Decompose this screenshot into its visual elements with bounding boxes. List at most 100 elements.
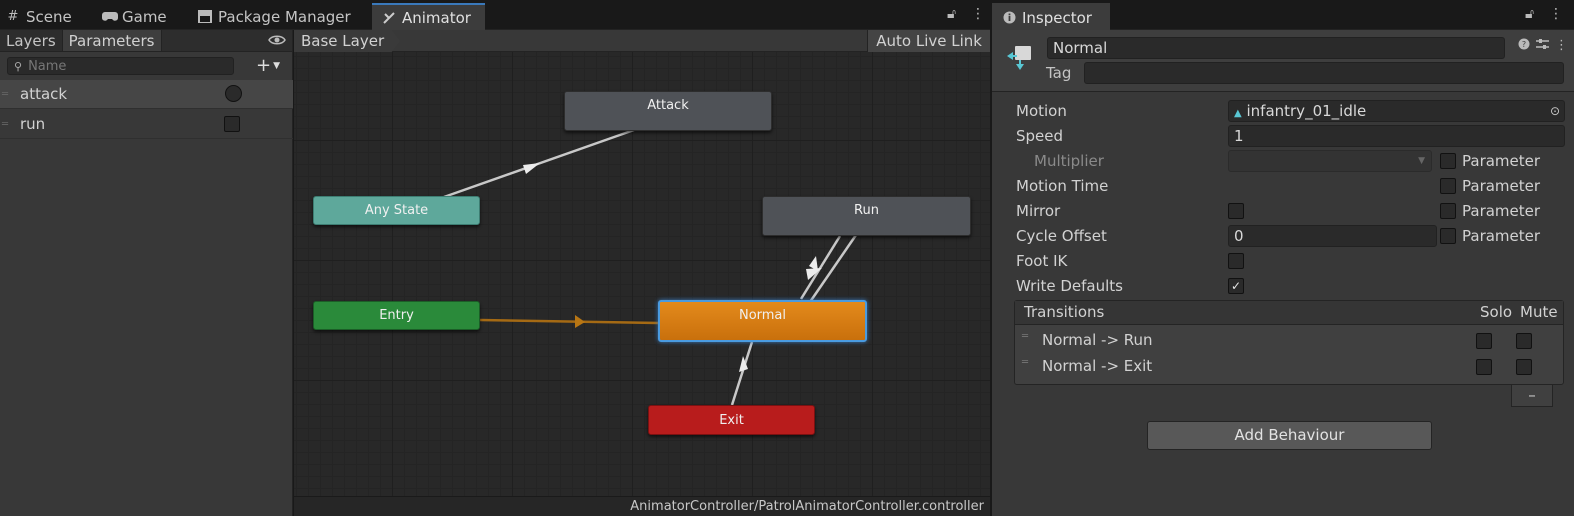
motion-field[interactable]: ▲ infantry_01_idle ⊙ <box>1228 100 1565 122</box>
tab-animator-label: Animator <box>402 8 471 27</box>
tab-animator[interactable]: Animator <box>372 3 485 30</box>
mute-checkbox[interactable] <box>1516 333 1532 349</box>
search-placeholder: Name <box>28 58 67 74</box>
drag-handle-icon[interactable]: ═ <box>2 89 12 100</box>
state-node-exit[interactable]: Exit <box>648 405 815 435</box>
animation-clip-icon: ▲ <box>1234 108 1242 119</box>
state-node-attack-label: Attack <box>647 98 689 113</box>
trigger-toggle[interactable] <box>225 85 242 102</box>
parameter-row[interactable]: ═ run <box>0 110 293 139</box>
mute-column-label: Mute <box>1520 303 1558 321</box>
foot-ik-checkbox[interactable] <box>1228 253 1244 269</box>
left-tab-bar: # Scene Game Package Manager Animator 🔓︎… <box>0 0 990 30</box>
drag-handle-icon[interactable]: ═ <box>1022 331 1028 342</box>
transitions-list: Transitions Solo Mute ═ Normal -> Run ═ … <box>1014 300 1564 385</box>
right-tab-bar: Inspector 🔓︎ ⋮ <box>992 0 1574 30</box>
state-name-field[interactable]: Normal <box>1047 37 1505 59</box>
mirror-parameter-checkbox[interactable] <box>1440 203 1456 219</box>
tag-field[interactable] <box>1084 62 1564 84</box>
state-node-normal[interactable]: Normal <box>658 300 867 342</box>
motion-label: Motion <box>1016 102 1067 120</box>
transitions-header: Transitions Solo Mute <box>1015 301 1563 325</box>
animator-graph[interactable]: Attack Any State Run Entry Normal Exit B… <box>294 30 990 516</box>
tag-label: Tag <box>1046 64 1072 82</box>
solo-column-label: Solo <box>1480 303 1513 321</box>
parameters-panel: Layers Parameters ⚲ Name + ▼ ═ attack ═ r… <box>0 30 293 516</box>
state-node-any-state-label: Any State <box>364 203 429 218</box>
lock-icon[interactable]: 🔓︎ <box>947 6 956 22</box>
search-icon: ⚲ <box>14 59 23 73</box>
graph-footer: AnimatorController/PatrolAnimatorControl… <box>294 496 990 516</box>
cycle-offset-field[interactable]: 0 <box>1228 225 1437 247</box>
tab-inspector[interactable]: Inspector <box>992 3 1110 30</box>
grid-icon: # <box>7 8 19 24</box>
inspector-header: Normal Tag ? ⋮ <box>992 30 1574 92</box>
entry-to-normal-transition[interactable] <box>479 318 659 325</box>
foot-ik-label: Foot IK <box>1016 252 1068 270</box>
drag-handle-icon[interactable]: ═ <box>2 119 12 130</box>
parameter-row[interactable]: ═ attack <box>0 80 293 109</box>
state-node-run-label: Run <box>854 203 879 218</box>
inspector-more-icon[interactable]: ⋮ <box>1549 6 1563 22</box>
transition-label[interactable]: Normal -> Run <box>1042 331 1153 349</box>
write-defaults-label: Write Defaults <box>1016 277 1123 295</box>
cycle-offset-label: Cycle Offset <box>1016 227 1107 245</box>
help-icon[interactable]: ? <box>1518 38 1530 53</box>
more-menu-icon[interactable]: ⋮ <box>971 6 985 22</box>
tab-scene[interactable]: # Scene <box>0 3 82 30</box>
solo-checkbox[interactable] <box>1476 333 1492 349</box>
package-icon <box>198 9 212 24</box>
bool-checkbox[interactable] <box>224 116 240 132</box>
inspector-lock-icon[interactable]: 🔓︎ <box>1525 6 1534 22</box>
mirror-label: Mirror <box>1016 202 1061 220</box>
breadcrumb[interactable]: Base Layer <box>294 30 401 52</box>
state-node-attack[interactable]: Attack <box>564 91 772 131</box>
controller-path: AnimatorController/PatrolAnimatorControl… <box>630 499 984 514</box>
parameter-search-input[interactable]: ⚲ Name <box>7 57 234 75</box>
mirror-checkbox[interactable] <box>1228 203 1244 219</box>
transition-label[interactable]: Normal -> Exit <box>1042 357 1152 375</box>
speed-field[interactable]: 1 <box>1228 125 1565 147</box>
object-picker-icon[interactable]: ⊙ <box>1550 101 1560 121</box>
chevron-down-icon: ▼ <box>1418 156 1425 166</box>
cycle-offset-parameter-checkbox[interactable] <box>1440 228 1456 244</box>
parameter-label: Parameter <box>1462 152 1541 170</box>
transition-row[interactable]: ═ Normal -> Run <box>1015 328 1563 354</box>
auto-live-link-button[interactable]: Auto Live Link <box>867 30 990 52</box>
transition-row[interactable]: ═ Normal -> Exit <box>1015 354 1563 380</box>
solo-checkbox[interactable] <box>1476 359 1492 375</box>
tab-scene-label: Scene <box>26 7 72 26</box>
kebab-menu-icon[interactable]: ⋮ <box>1555 38 1568 53</box>
normal-to-exit-transition[interactable] <box>730 341 754 406</box>
state-node-entry[interactable]: Entry <box>313 301 480 330</box>
parameter-name[interactable]: attack <box>20 85 67 103</box>
tab-package-manager[interactable]: Package Manager <box>188 3 361 30</box>
graph-toolbar: Base Layer Auto Live Link <box>294 30 990 52</box>
drag-handle-icon[interactable]: ═ <box>1022 357 1028 368</box>
tab-game[interactable]: Game <box>92 3 177 30</box>
state-node-any-state[interactable]: Any State <box>313 196 480 225</box>
state-node-run[interactable]: Run <box>762 196 971 236</box>
mute-checkbox[interactable] <box>1516 359 1532 375</box>
remove-transition-button[interactable]: – <box>1511 385 1553 407</box>
state-node-normal-label: Normal <box>738 308 787 323</box>
tab-layers[interactable]: Layers <box>0 30 63 51</box>
state-node-exit-label: Exit <box>719 412 744 428</box>
header-icons: ? ⋮ <box>1518 38 1568 53</box>
eye-icon[interactable] <box>268 32 286 50</box>
parameter-name[interactable]: run <box>20 115 45 133</box>
add-parameter-button[interactable]: + ▼ <box>256 55 280 76</box>
motion-time-parameter-checkbox[interactable] <box>1440 178 1456 194</box>
transitions-title: Transitions <box>1024 303 1105 321</box>
svg-text:?: ? <box>1522 40 1526 49</box>
gamepad-icon <box>102 10 118 24</box>
presets-icon[interactable] <box>1536 38 1549 53</box>
speed-label: Speed <box>1016 127 1064 145</box>
add-behaviour-button[interactable]: Add Behaviour <box>1147 421 1432 450</box>
multiplier-label: Multiplier <box>1034 152 1104 170</box>
info-icon <box>1002 11 1016 25</box>
tab-parameters[interactable]: Parameters <box>62 30 162 51</box>
state-node-entry-label: Entry <box>379 308 414 323</box>
multiplier-parameter-checkbox[interactable] <box>1440 153 1456 169</box>
write-defaults-checkbox[interactable]: ✓ <box>1228 278 1244 294</box>
